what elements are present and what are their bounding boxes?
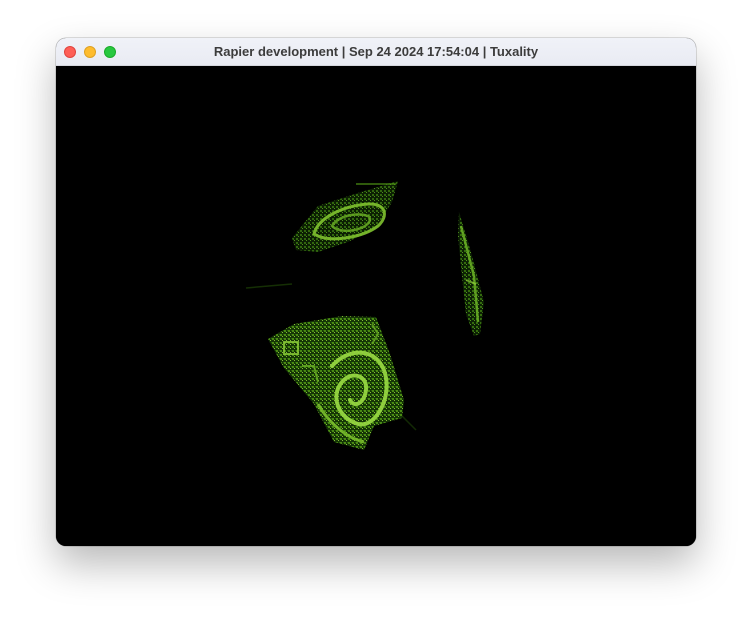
close-icon[interactable]: [64, 46, 76, 58]
render-viewport[interactable]: [56, 66, 696, 546]
cube-front-face: [268, 316, 404, 450]
zoom-icon[interactable]: [104, 46, 116, 58]
title-bar[interactable]: Rapier development | Sep 24 2024 17:54:0…: [56, 38, 696, 66]
minimize-icon[interactable]: [84, 46, 96, 58]
app-window: Rapier development | Sep 24 2024 17:54:0…: [56, 38, 696, 546]
cube-right-face: [458, 212, 484, 336]
window-title: Rapier development | Sep 24 2024 17:54:0…: [213, 44, 539, 59]
cube-top-face: [292, 181, 398, 252]
scene-svg: [245, 181, 484, 450]
